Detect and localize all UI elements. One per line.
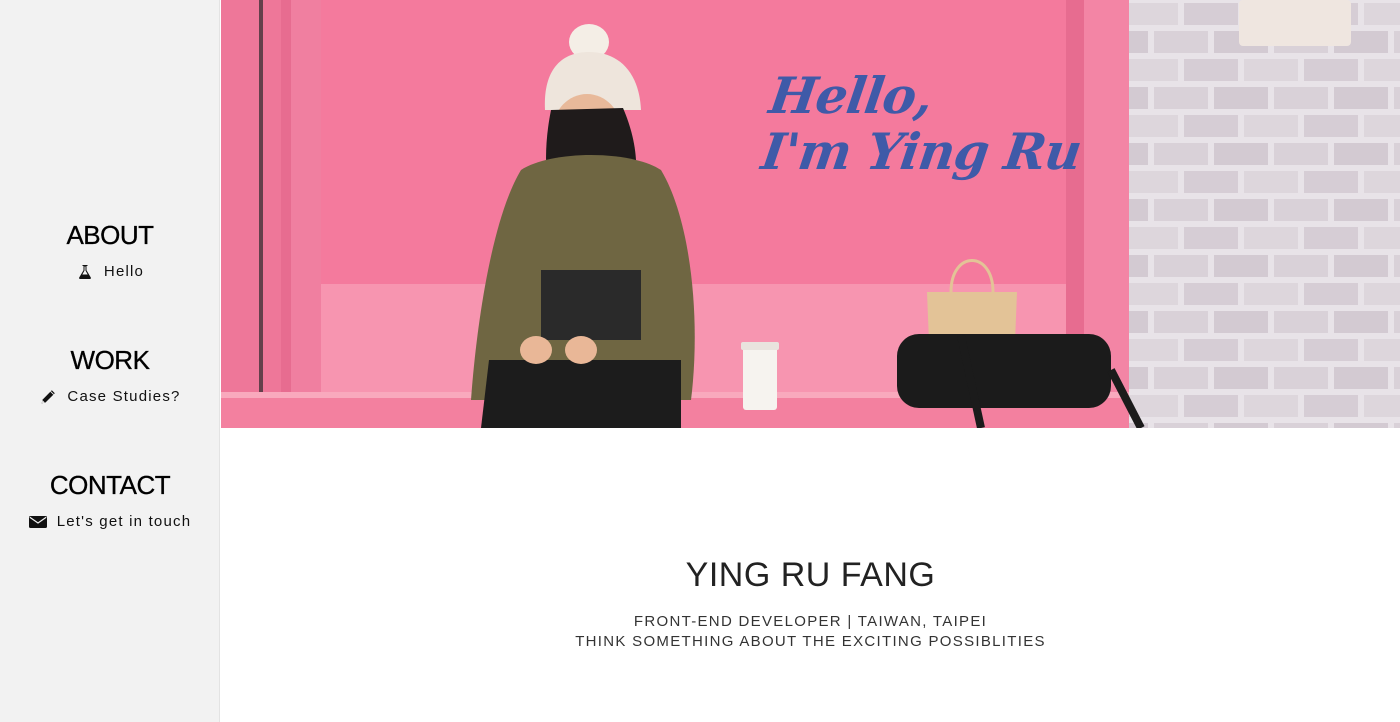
nav-link-hello[interactable]: Hello — [76, 263, 144, 280]
nav-section-contact: CONTACT Let's get in touch — [0, 470, 220, 535]
nav-section-about: ABOUT Hello — [0, 220, 220, 285]
envelope-icon — [28, 515, 47, 528]
hero-banner: Hello, I'm Ying Ru — [221, 0, 1400, 428]
nav-title-contact[interactable]: CONTACT — [0, 470, 220, 501]
nav-title-about[interactable]: ABOUT — [0, 220, 220, 251]
profile-name: YING RU FANG — [685, 556, 936, 594]
nav-link-get-in-touch[interactable]: Let's get in touch — [28, 513, 192, 530]
sidebar: ABOUT Hello WORK Case Studies? CONTACT L… — [0, 0, 220, 722]
nav-link-label-get-in-touch: Let's get in touch — [56, 513, 192, 530]
nav-title-work[interactable]: WORK — [0, 345, 220, 376]
profile-tagline: THINK SOMETHING ABOUT THE EXCITING POSSI… — [575, 633, 1046, 650]
nav-link-case-studies[interactable]: Case Studies? — [39, 388, 180, 405]
profile-role: FRONT-END DEVELOPER | TAIWAN, TAIPEI — [633, 613, 988, 630]
greeting-line-1: Hello, — [765, 66, 936, 125]
profile-subtitle: FRONT-END DEVELOPER | TAIWAN, TAIPEI THI… — [221, 612, 1400, 652]
nav-section-work: WORK Case Studies? — [0, 345, 220, 410]
flask-icon — [78, 264, 91, 279]
hero-photo — [221, 0, 1400, 428]
greeting-line-2: I'm Ying Ru — [757, 122, 1085, 181]
nav-link-label-hello: Hello — [103, 263, 145, 280]
pencil-icon — [42, 389, 56, 403]
nav-link-label-case-studies: Case Studies? — [67, 388, 181, 405]
hero-greeting: Hello, I'm Ying Ru — [757, 66, 1092, 181]
